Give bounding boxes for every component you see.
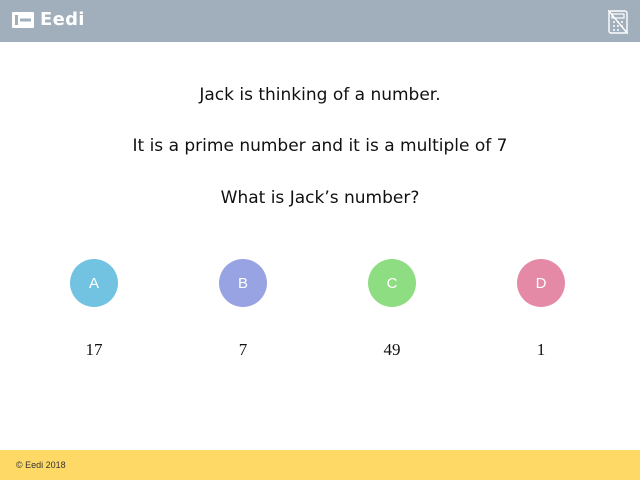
page: Eedi Jack is thinking of a number. It is… [0, 0, 640, 480]
question-line-2: It is a prime number and it is a multipl… [132, 136, 508, 156]
option-c-letter: C [386, 274, 398, 292]
option-b-button[interactable]: B [219, 259, 267, 307]
footer-bar: © Eedi 2018 [0, 450, 640, 480]
option-d-letter: D [535, 274, 547, 292]
question-line-1: Jack is thinking of a number. [199, 85, 441, 105]
option-a-answer: 17 [85, 340, 103, 359]
option-a-button[interactable]: A [70, 259, 118, 307]
calculator-disabled-icon[interactable] [608, 10, 628, 34]
header-bar: Eedi [0, 0, 640, 42]
question-line-3: What is Jack’s number? [220, 188, 420, 208]
eedi-logo-icon [12, 12, 34, 28]
option-d-answer: 1 [536, 340, 546, 359]
option-c-answer: 49 [383, 340, 401, 359]
option-b-answer: 7 [238, 340, 248, 359]
brand-logo: Eedi [12, 10, 85, 30]
option-c-button[interactable]: C [368, 259, 416, 307]
copyright-text: © Eedi 2018 [16, 460, 66, 470]
option-d-button[interactable]: D [517, 259, 565, 307]
option-b-letter: B [237, 274, 248, 292]
option-a-letter: A [88, 274, 99, 292]
brand-name: Eedi [40, 9, 85, 30]
